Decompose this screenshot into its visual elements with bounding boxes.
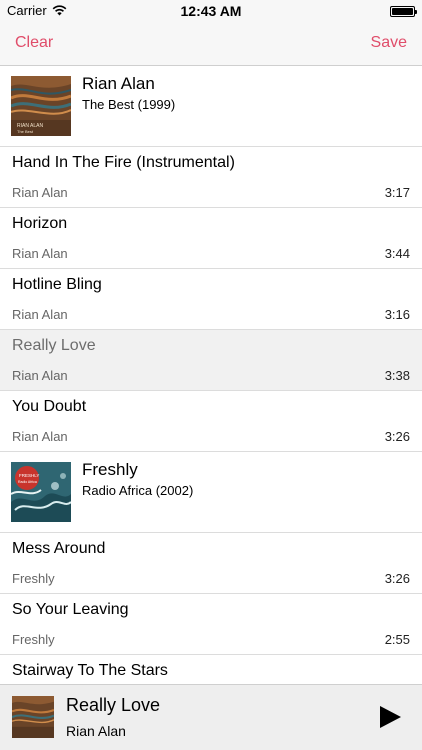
play-icon[interactable] (378, 705, 402, 729)
track-row[interactable]: Hotline Bling Rian Alan 3:16 (0, 269, 422, 330)
track-artist: Rian Alan (12, 429, 68, 444)
now-playing-artist: Rian Alan (66, 723, 126, 739)
now-playing-title: Really Love (66, 695, 161, 715)
track-row[interactable]: You Doubt Rian Alan 3:26 (0, 391, 422, 452)
track-artist: Rian Alan (12, 246, 68, 261)
track-artist: Rian Alan (12, 185, 68, 200)
save-button[interactable]: Save (371, 34, 407, 52)
track-duration: 2:55 (384, 632, 410, 647)
album-name: Radio Africa (2002) (82, 483, 194, 498)
track-duration: 3:17 (384, 185, 410, 200)
track-artist: Rian Alan (12, 368, 68, 383)
album-artist: Rian Alan (82, 74, 155, 93)
track-title: You Doubt (12, 398, 87, 415)
album-cover: RIAN ALAN The Best (11, 76, 71, 136)
clear-button[interactable]: Clear (15, 34, 53, 52)
track-duration: 3:26 (384, 571, 410, 586)
track-duration: 3:38 (384, 368, 410, 383)
now-playing-bar[interactable]: Really Love Rian Alan (0, 684, 422, 750)
track-row[interactable]: Stairway To The Stars (0, 655, 422, 684)
track-title: Horizon (12, 215, 68, 232)
track-artist: Freshly (12, 571, 55, 586)
track-duration: 3:16 (384, 307, 410, 322)
track-title: Hand In The Fire (Instrumental) (12, 154, 235, 171)
track-row[interactable]: Mess Around Freshly 3:26 (0, 533, 422, 594)
track-title: Stairway To The Stars (12, 662, 168, 679)
album-header[interactable]: FRESHLY Radio Africa Freshly Radio Afric… (0, 452, 422, 533)
playlist[interactable]: RIAN ALAN The Best Rian Alan The Best (1… (0, 66, 422, 684)
track-row[interactable]: So Your Leaving Freshly 2:55 (0, 594, 422, 655)
battery-icon (390, 6, 417, 17)
album-name: The Best (1999) (82, 97, 176, 112)
nav-bar: Clear Save (0, 22, 422, 66)
track-title: Really Love (12, 337, 96, 354)
track-duration: 3:26 (384, 429, 410, 444)
status-bar: Carrier 12:43 AM (0, 0, 422, 22)
svg-text:Radio Africa: Radio Africa (18, 480, 37, 484)
album-artist: Freshly (82, 460, 138, 479)
now-playing-cover (12, 696, 54, 738)
track-row[interactable]: Horizon Rian Alan 3:44 (0, 208, 422, 269)
track-row-selected[interactable]: Really Love Rian Alan 3:38 (0, 330, 422, 391)
svg-text:FRESHLY: FRESHLY (19, 473, 39, 478)
track-duration: 3:44 (384, 246, 410, 261)
album-cover: FRESHLY Radio Africa (11, 462, 71, 522)
album-header[interactable]: RIAN ALAN The Best Rian Alan The Best (1… (0, 66, 422, 147)
track-title: Hotline Bling (12, 276, 102, 293)
status-time: 12:43 AM (180, 3, 242, 19)
track-artist: Freshly (12, 632, 55, 647)
track-artist: Rian Alan (12, 307, 68, 322)
track-row[interactable]: Hand In The Fire (Instrumental) Rian Ala… (0, 147, 422, 208)
track-title: So Your Leaving (12, 601, 129, 618)
svg-text:The Best: The Best (17, 129, 34, 134)
track-title: Mess Around (12, 540, 106, 557)
